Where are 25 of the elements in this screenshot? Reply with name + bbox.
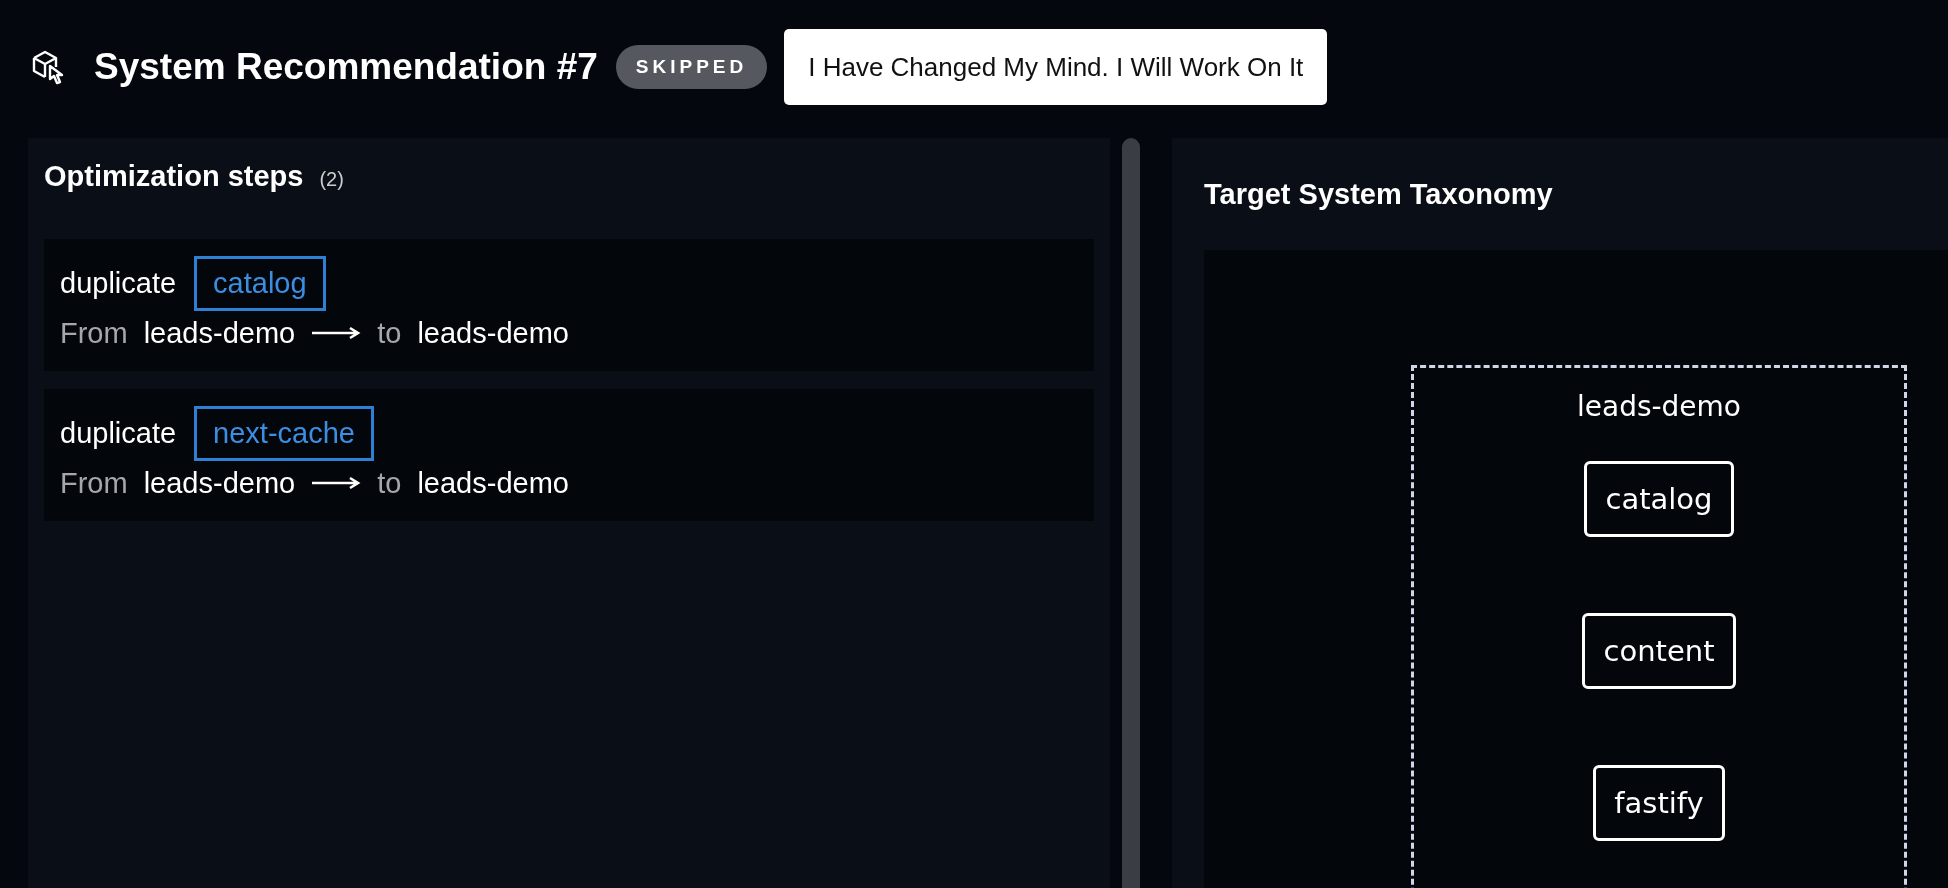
page-title: System Recommendation #7 [94, 46, 598, 88]
change-mind-button[interactable]: I Have Changed My Mind. I Will Work On It [784, 29, 1328, 105]
diagram-node: fastify [1593, 765, 1725, 841]
status-badge: SKIPPED [615, 45, 768, 89]
item-tag[interactable]: next-cache [194, 405, 374, 461]
item-tag[interactable]: catalog [194, 255, 326, 311]
panel-title: Target System Taxonomy [1204, 176, 1554, 212]
arrow-icon [311, 476, 362, 490]
from-label: From [60, 316, 128, 350]
to-label: to [377, 316, 402, 350]
step-count: (2) [319, 168, 344, 191]
diagram-node: catalog [1584, 461, 1734, 537]
source-name: leads-demo [143, 466, 296, 500]
to-label: to [377, 466, 402, 500]
panel-title: Optimization steps [44, 160, 304, 193]
group-label: leads-demo [1576, 390, 1741, 423]
source-name: leads-demo [143, 316, 296, 350]
step-action: duplicate [60, 416, 177, 450]
diagram-node: content [1582, 613, 1736, 689]
scrollbar[interactable] [1122, 138, 1140, 888]
from-label: From [60, 466, 128, 500]
arrow-icon [311, 326, 362, 340]
target-name: leads-demo [417, 466, 569, 500]
step-action: duplicate [60, 266, 177, 300]
target-name: leads-demo [417, 316, 569, 350]
